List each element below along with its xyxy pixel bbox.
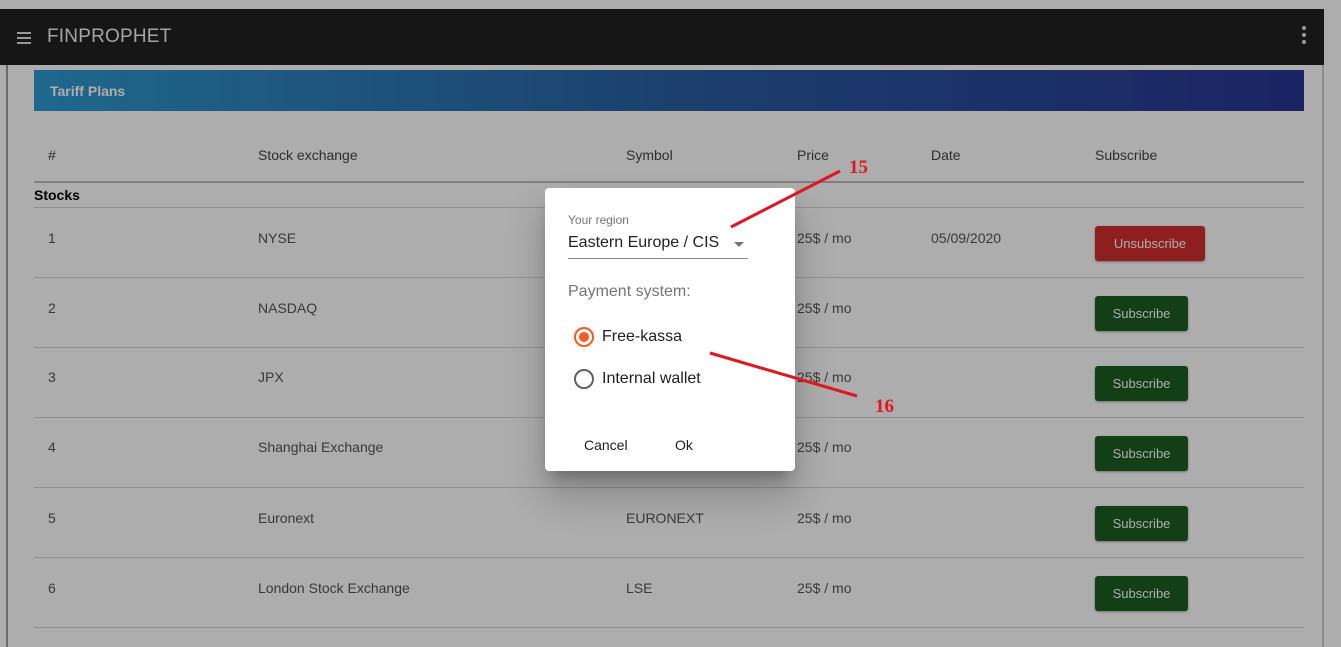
annotation-arrow-15 (730, 169, 841, 229)
annotation-label-16: 16 (875, 396, 894, 417)
annotation-label-15: 15 (849, 157, 868, 178)
annotation-arrows (709, 169, 858, 398)
annotation-arrow-16 (709, 351, 858, 398)
